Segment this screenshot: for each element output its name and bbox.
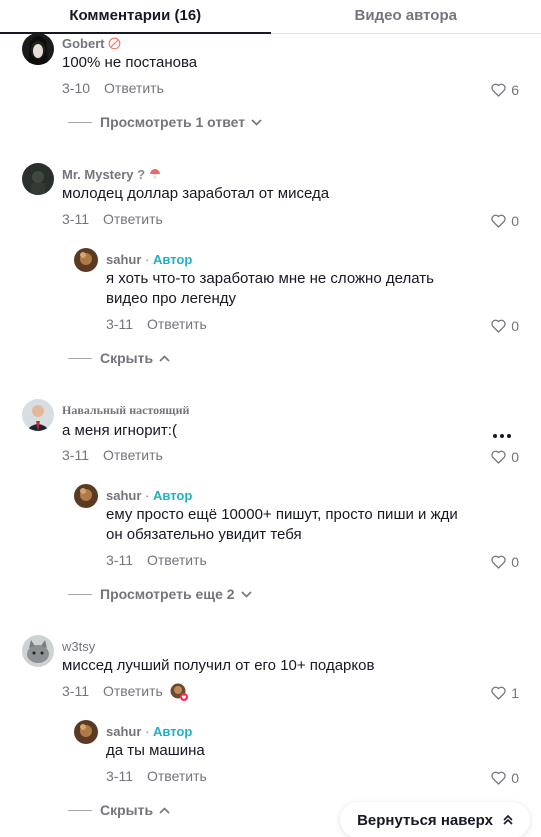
- reply-date: 3-11: [106, 316, 133, 332]
- divider-line: [68, 121, 92, 123]
- like-button[interactable]: 1: [491, 685, 519, 701]
- expander-label: Скрыть: [100, 802, 154, 818]
- chevron-down-icon: [241, 590, 252, 598]
- divider-line: [68, 809, 92, 811]
- dot-icon: [500, 434, 504, 438]
- heart-icon: [491, 555, 506, 569]
- chevron-up-icon: [159, 354, 170, 362]
- avatar[interactable]: [22, 399, 54, 431]
- reply-button[interactable]: Ответить: [104, 80, 164, 96]
- comment-date: 3-11: [62, 211, 89, 227]
- reply-text-line: видео про легенду: [106, 290, 237, 307]
- reply-text-line: ему просто ещё 10000+ пишут, просто пиши…: [106, 506, 458, 523]
- reply-meta: 3-11 Ответить: [106, 768, 207, 784]
- tab-comments[interactable]: Комментарии (16): [0, 0, 271, 34]
- avatar[interactable]: [74, 248, 98, 272]
- back-to-top-button[interactable]: Вернуться наверх: [340, 802, 530, 837]
- back-to-top-label: Вернуться наверх: [357, 811, 493, 829]
- reply-text-line: он обязательно увидит тебя: [106, 526, 302, 543]
- heart-icon: [491, 319, 506, 333]
- avatar[interactable]: [74, 720, 98, 744]
- like-count: 0: [511, 770, 519, 786]
- heart-icon: [491, 214, 506, 228]
- divider-line: [68, 593, 92, 595]
- like-count: 0: [511, 554, 519, 570]
- creator-liked-icon: [170, 683, 188, 701]
- reply-text-line: я хоть что-то заработаю мне не сложно де…: [106, 270, 434, 287]
- reply-username[interactable]: sahur · Автор: [106, 488, 192, 503]
- restricted-icon: [108, 37, 121, 53]
- mushroom-emoji-icon: [149, 168, 161, 183]
- avatar[interactable]: [22, 635, 54, 667]
- like-button[interactable]: 0: [491, 213, 519, 229]
- expander-label: Скрыть: [100, 350, 154, 366]
- author-badge: Автор: [153, 488, 193, 503]
- reply-text-line: да ты машина: [106, 742, 205, 759]
- avatar[interactable]: [22, 33, 54, 65]
- chevron-down-icon: [251, 118, 262, 126]
- expander-label: Просмотреть еще 2: [100, 586, 235, 602]
- heart-icon: [491, 83, 506, 97]
- question-emoji-icon: ?: [137, 167, 146, 182]
- expander-label: Просмотреть 1 ответ: [100, 114, 246, 130]
- author-badge: Автор: [153, 724, 193, 739]
- author-badge: Автор: [153, 252, 193, 267]
- tab-author-videos[interactable]: Видео автора: [271, 0, 541, 33]
- reply-date: 3-11: [106, 552, 133, 568]
- hide-replies-button[interactable]: Скрыть: [68, 802, 170, 818]
- like-button[interactable]: 0: [491, 770, 519, 786]
- heart-icon: [491, 450, 506, 464]
- comment-text: а меня игнорит:(: [62, 422, 177, 439]
- reply-button[interactable]: Ответить: [103, 447, 163, 463]
- comment-text: 100% не постанова: [62, 54, 198, 71]
- comment-date: 3-11: [62, 683, 89, 699]
- chevron-up-icon: [159, 806, 170, 814]
- dot-icon: [507, 434, 511, 438]
- like-count: 0: [511, 449, 519, 465]
- heart-icon: [491, 771, 506, 785]
- reply-username[interactable]: sahur · Автор: [106, 252, 192, 267]
- reply-button[interactable]: Ответить: [147, 768, 207, 784]
- like-count: 6: [511, 82, 519, 98]
- comment-meta: 3-11 Ответить: [62, 211, 163, 227]
- reply-meta: 3-11 Ответить: [106, 316, 207, 332]
- hide-replies-button[interactable]: Скрыть: [68, 350, 170, 366]
- avatar[interactable]: [22, 163, 54, 195]
- heart-icon: [491, 686, 506, 700]
- comment-text: молодец доллар заработал от миседа: [62, 185, 330, 202]
- view-replies-button[interactable]: Просмотреть 1 ответ: [68, 114, 262, 130]
- reply-button[interactable]: Ответить: [147, 552, 207, 568]
- reply-button[interactable]: Ответить: [103, 211, 163, 227]
- like-count: 1: [511, 685, 519, 701]
- comment-username[interactable]: w3tsy: [62, 639, 95, 654]
- like-count: 0: [511, 318, 519, 334]
- reply-button[interactable]: Ответить: [103, 683, 163, 699]
- comment-username[interactable]: Mr. Mystery ?: [62, 167, 161, 183]
- comment-date: 3-11: [62, 447, 89, 463]
- like-button[interactable]: 0: [491, 318, 519, 334]
- comment-meta: 3-11 Ответить: [62, 447, 163, 463]
- comment-username[interactable]: Gobert: [62, 36, 121, 53]
- avatar[interactable]: [74, 484, 98, 508]
- comment-date: 3-10: [62, 80, 91, 96]
- reply-date: 3-11: [106, 768, 133, 784]
- comment-meta: 3-10 Ответить: [62, 80, 164, 96]
- view-more-replies-button[interactable]: Просмотреть еще 2: [68, 586, 252, 602]
- more-options-button[interactable]: [493, 434, 511, 438]
- dot-icon: [493, 434, 497, 438]
- like-button[interactable]: 6: [491, 82, 519, 98]
- comment-text: миссед лучший получил от его 10+ подарко…: [62, 657, 375, 674]
- double-chevron-up-icon: [503, 814, 513, 825]
- reply-username[interactable]: sahur · Автор: [106, 724, 192, 739]
- like-button[interactable]: 0: [491, 554, 519, 570]
- like-button[interactable]: 0: [491, 449, 519, 465]
- reply-button[interactable]: Ответить: [147, 316, 207, 332]
- comment-tabs: Комментарии (16) Видео автора: [0, 0, 541, 34]
- like-count: 0: [511, 213, 519, 229]
- comment-username[interactable]: Навальный настоящий: [62, 403, 189, 418]
- reply-meta: 3-11 Ответить: [106, 552, 207, 568]
- divider-line: [68, 357, 92, 359]
- comment-meta: 3-11 Ответить: [62, 683, 163, 699]
